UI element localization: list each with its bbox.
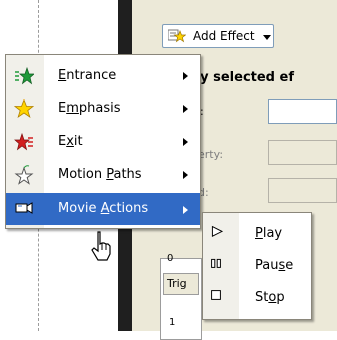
submenu-item-label: Play	[255, 226, 283, 241]
movie-actions-icon	[15, 202, 33, 214]
pause-icon	[211, 258, 221, 268]
submenu-item-play[interactable]: Play	[203, 217, 311, 250]
submenu-item-label: Pause	[255, 258, 294, 273]
stop-icon	[211, 290, 221, 300]
menu-item-emphasis[interactable]: Emphasis	[6, 92, 200, 125]
submenu-arrow-icon	[183, 206, 188, 214]
menu-item-label: Motion Paths	[58, 167, 142, 182]
animation-list[interactable]: 0 Trig 1	[160, 253, 202, 340]
menu-item-label: Movie Actions	[58, 201, 149, 216]
submenu-arrow-icon	[183, 171, 188, 179]
field-label-property: erty:	[198, 148, 224, 161]
emphasis-star-icon	[14, 99, 34, 118]
mouse-pointer-icon	[91, 231, 111, 261]
submenu-arrow-icon	[183, 105, 188, 113]
start-field[interactable]	[268, 99, 337, 124]
menu-item-label: Entrance	[58, 68, 117, 83]
add-effect-label: Add Effect	[193, 29, 255, 43]
entrance-star-icon	[15, 66, 34, 85]
submenu-arrow-icon	[183, 138, 188, 146]
submenu-item-label: Stop	[255, 290, 285, 305]
menu-item-entrance[interactable]: Entrance	[6, 59, 200, 92]
add-effect-menu: Entrance Emphasis Exit Motion Paths Movi…	[5, 54, 201, 229]
trigger-label: Trig	[167, 277, 187, 290]
submenu-item-pause[interactable]: Pause	[203, 249, 311, 282]
menu-item-label: Emphasis	[58, 101, 121, 116]
exit-star-icon	[14, 132, 33, 151]
modify-selected-effect-heading: ify selected ef	[190, 70, 294, 85]
menu-item-label: Exit	[58, 134, 83, 149]
motion-path-star-icon	[14, 165, 34, 185]
menu-item-movie-actions[interactable]: Movie Actions	[6, 193, 200, 225]
list-row-number: 1	[169, 317, 176, 328]
movie-actions-submenu: Play Pause Stop	[202, 212, 312, 320]
chevron-down-icon	[263, 35, 271, 40]
trigger-row: Trig	[163, 273, 199, 295]
submenu-item-stop[interactable]: Stop	[203, 281, 311, 314]
speed-field[interactable]	[268, 178, 337, 203]
menu-item-motion-paths[interactable]: Motion Paths	[6, 158, 200, 191]
add-effect-button[interactable]: Add Effect	[162, 24, 274, 48]
menu-item-exit[interactable]: Exit	[6, 125, 200, 158]
property-field[interactable]	[268, 140, 337, 165]
add-effect-star-icon	[168, 29, 186, 43]
play-icon	[211, 225, 224, 237]
list-row-number-top: 0	[167, 253, 174, 264]
submenu-arrow-icon	[183, 72, 188, 80]
